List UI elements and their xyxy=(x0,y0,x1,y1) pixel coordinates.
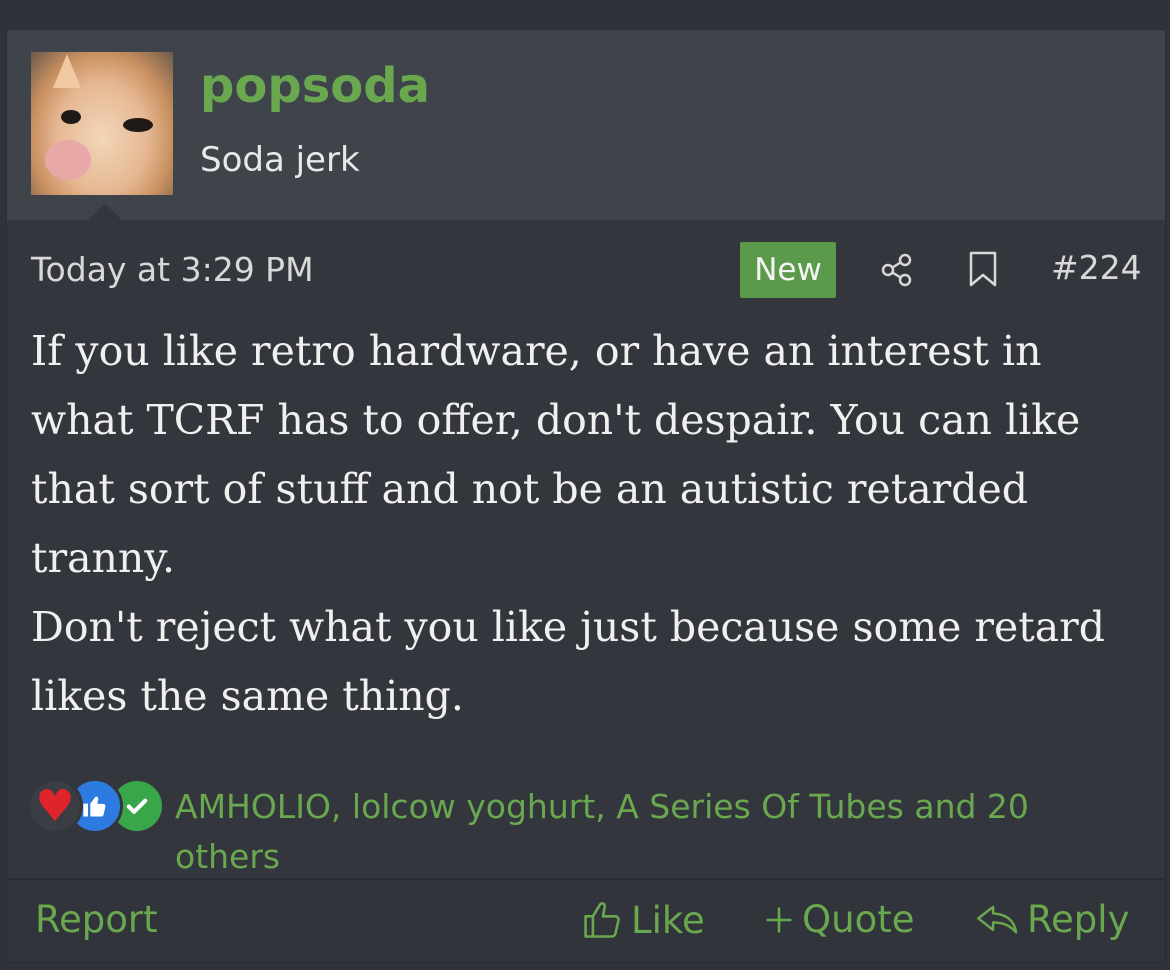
reply-arrow-icon xyxy=(975,900,1021,940)
reaction-summary-link[interactable]: AMHOLIO, lolcow yoghurt, A Series Of Tub… xyxy=(175,782,1135,882)
message-paragraph-2: Don't reject what you like just because … xyxy=(31,603,1106,720)
reply-label: Reply xyxy=(1027,898,1130,941)
avatar[interactable] xyxy=(31,52,173,195)
like-button[interactable]: Like xyxy=(581,898,705,942)
post-timestamp[interactable]: Today at 3:29 PM xyxy=(31,250,314,289)
reply-button[interactable]: Reply xyxy=(975,898,1129,941)
user-title: Soda jerk xyxy=(200,140,360,180)
thumbs-up-outline-icon xyxy=(581,898,625,942)
reaction-icons[interactable]: ♥ xyxy=(27,770,177,840)
quote-label: Quote xyxy=(802,898,915,941)
like-label: Like xyxy=(631,898,705,942)
message-paragraph-1: If you like retro hardware, or have an i… xyxy=(31,327,1081,582)
post: popsoda Soda jerk Today at 3:29 PM New #… xyxy=(7,30,1165,962)
post-number-link[interactable]: #224 xyxy=(1051,248,1142,287)
post-message: If you like retro hardware, or have an i… xyxy=(31,317,1141,731)
quote-button[interactable]: Quote xyxy=(762,898,914,941)
share-icon[interactable] xyxy=(879,252,915,288)
plus-icon xyxy=(762,903,796,937)
username[interactable]: popsoda xyxy=(200,58,430,114)
report-link[interactable]: Report xyxy=(35,898,158,941)
heart-icon: ♥ xyxy=(27,778,83,834)
header-pointer xyxy=(87,204,123,221)
bookmark-icon[interactable] xyxy=(967,250,999,288)
user-header: popsoda Soda jerk xyxy=(7,30,1165,221)
new-badge: New xyxy=(740,242,836,298)
